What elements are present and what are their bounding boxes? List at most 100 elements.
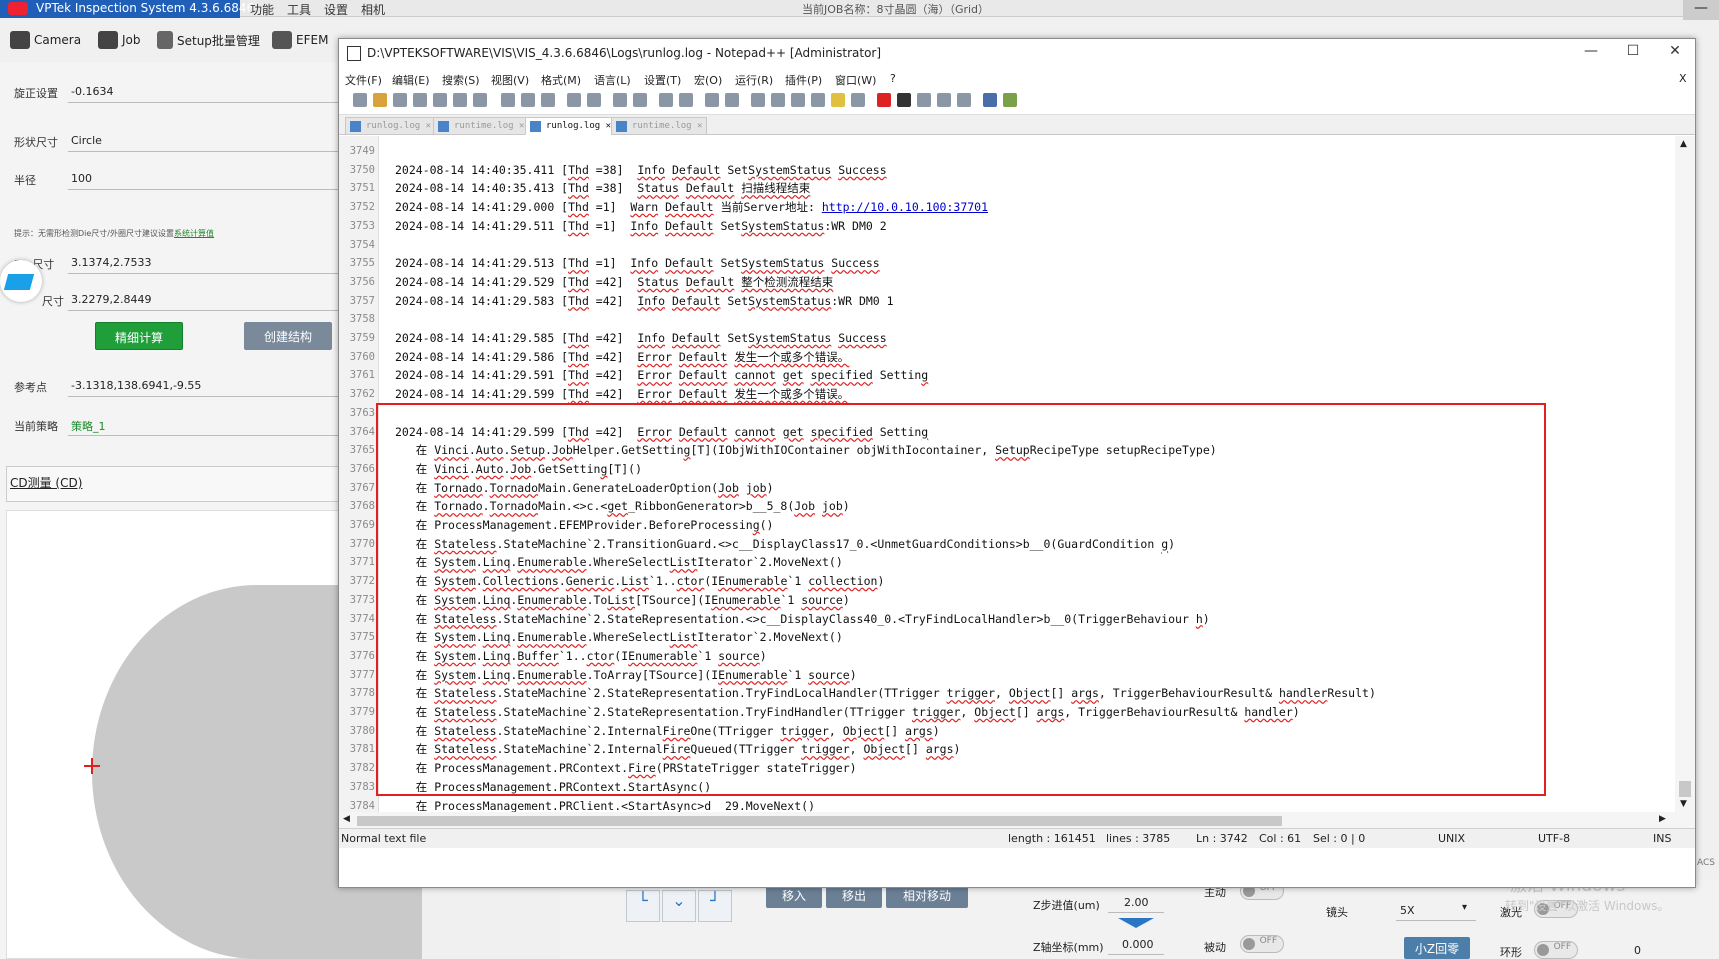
camera-button[interactable]: Camera — [10, 28, 81, 52]
menu-tools[interactable]: 工具 — [287, 1, 311, 18]
close-all-icon[interactable] — [453, 93, 467, 107]
save-icon[interactable] — [393, 93, 407, 107]
menu-help[interactable]: ? — [890, 72, 896, 85]
undo-icon[interactable] — [567, 93, 581, 107]
arrow-right-button[interactable]: ┘ — [698, 890, 732, 922]
rotation-field[interactable]: -0.1634 — [71, 85, 113, 98]
ref-point-field[interactable]: -3.1318,138.6941,-9.55 — [71, 379, 201, 392]
indent-guide-icon[interactable] — [791, 93, 805, 107]
menu-window[interactable]: 窗口(W) — [835, 72, 876, 88]
menu-run[interactable]: 运行(R) — [735, 72, 773, 88]
open-file-icon[interactable] — [373, 93, 387, 107]
code-line: 在 Stateless.StateMachine`2.StateRepresen… — [395, 705, 1300, 719]
menu-plugins[interactable]: 插件(P) — [785, 72, 822, 88]
status-length: length : 161451 — [1008, 832, 1096, 845]
line-number: 3758 — [349, 313, 375, 326]
divider — [68, 310, 338, 311]
floating-assistant-button[interactable] — [0, 260, 42, 302]
new-file-icon[interactable] — [353, 93, 367, 107]
arrow-left-button[interactable]: └ — [626, 890, 660, 922]
menu-camera[interactable]: 相机 — [361, 1, 385, 18]
cd-measure-tab[interactable]: CD测量 (CD) — [10, 474, 82, 491]
job-button[interactable]: Job — [98, 28, 141, 52]
arrow-down-button[interactable]: ⌄ — [662, 890, 696, 922]
cut-icon[interactable] — [501, 93, 515, 107]
efem-button[interactable]: EFEM — [272, 28, 328, 52]
tab-runlog-active[interactable]: runlog.log ✕ — [525, 117, 617, 135]
close-doc-button[interactable]: X — [1679, 72, 1687, 85]
menu-function[interactable]: 功能 — [250, 1, 274, 18]
zoom-in-icon[interactable] — [659, 93, 673, 107]
word-wrap-icon[interactable] — [751, 93, 765, 107]
menu-macro[interactable]: 宏(O) — [694, 72, 722, 88]
record-macro-icon[interactable] — [877, 93, 891, 107]
notepad-title: D:\VPTEKSOFTWARE\VIS\VIS_4.3.6.6846\Logs… — [367, 46, 882, 60]
divider — [68, 396, 338, 397]
menu-format[interactable]: 格式(M) — [541, 72, 581, 88]
play-macro-icon[interactable] — [917, 93, 931, 107]
scroll-down-icon[interactable]: ▼ — [1680, 799, 1687, 809]
menu-search[interactable]: 搜索(S) — [442, 72, 480, 88]
outer-size-field[interactable]: 3.2279,2.8449 — [71, 293, 151, 306]
passive-toggle[interactable]: OFF — [1240, 935, 1284, 953]
close-file-icon[interactable] — [433, 93, 447, 107]
menu-file[interactable]: 文件(F) — [345, 72, 382, 88]
save-macro-icon[interactable] — [957, 93, 971, 107]
tab-runtime-2[interactable]: runtime.log ✕ — [611, 117, 708, 135]
save-all-icon[interactable] — [413, 93, 427, 107]
text-editor[interactable]: 3749 3750 3751 3752 3753 3754 3755 3756 3757 3758… — [339, 136, 1695, 840]
close-button[interactable]: ✕ — [1655, 43, 1695, 65]
ring-toggle[interactable]: OFF — [1534, 941, 1578, 959]
minimize-button[interactable]: — — [1571, 43, 1611, 65]
die-size-field[interactable]: 3.1374,2.7533 — [71, 256, 151, 269]
stop-macro-icon[interactable] — [897, 93, 911, 107]
z-down-arrow-icon[interactable] — [1118, 918, 1154, 928]
function-list-icon[interactable] — [831, 93, 845, 107]
scroll-right-icon[interactable]: ▶ — [1659, 814, 1666, 824]
paste-icon[interactable] — [541, 93, 555, 107]
menu-settings[interactable]: 设置(T) — [644, 72, 681, 88]
folder-workspace-icon[interactable] — [851, 93, 865, 107]
vertical-scrollbar[interactable] — [1675, 136, 1695, 816]
z-coord-field[interactable]: 0.000 — [1122, 938, 1154, 951]
strategy-field[interactable]: 策略_1 — [71, 418, 106, 434]
tab-runlog-1[interactable]: runlog.log ✕ — [345, 117, 437, 135]
sync-h-icon[interactable] — [725, 93, 739, 107]
shape-field[interactable]: Circle — [71, 134, 102, 147]
copy-icon[interactable] — [521, 93, 535, 107]
run-macro-multiple-icon[interactable] — [937, 93, 951, 107]
replace-icon[interactable] — [633, 93, 647, 107]
line-number: 3768 — [349, 500, 375, 513]
scroll-up-icon[interactable]: ▲ — [1680, 139, 1687, 149]
find-icon[interactable] — [613, 93, 627, 107]
doc-map-icon[interactable] — [811, 93, 825, 107]
menu-view[interactable]: 视图(V) — [491, 72, 529, 88]
scroll-left-icon[interactable]: ◀ — [343, 814, 350, 824]
tab-runtime-1[interactable]: runtime.log ✕ — [433, 117, 530, 135]
vertical-scroll-thumb[interactable] — [1679, 781, 1691, 797]
spell-check-icon[interactable] — [983, 93, 997, 107]
create-structure-button[interactable]: 创建结构 — [244, 322, 332, 350]
hint-link[interactable]: 系统计算值 — [174, 229, 214, 238]
menu-edit[interactable]: 编辑(E) — [392, 72, 430, 88]
sync-v-icon[interactable] — [705, 93, 719, 107]
lens-select[interactable]: 5X — [1400, 904, 1415, 917]
fine-calc-button[interactable]: 精细计算 — [95, 322, 183, 350]
setup-batch-button[interactable]: Setup批量管理 — [157, 28, 260, 52]
menu-language[interactable]: 语言(L) — [594, 72, 631, 88]
z-step-field[interactable]: 2.00 — [1124, 896, 1149, 909]
redo-icon[interactable] — [587, 93, 601, 107]
code-line: 在 Stateless.StateMachine`2.StateRepresen… — [395, 611, 1210, 626]
horizontal-scroll-thumb[interactable] — [357, 816, 1282, 826]
shape-label: 形状尺寸 — [14, 136, 58, 149]
print-icon[interactable] — [473, 93, 487, 107]
spell-settings-icon[interactable] — [1003, 93, 1017, 107]
maximize-button[interactable]: ☐ — [1613, 43, 1653, 65]
app-minimize-button[interactable]: — — [1683, 0, 1719, 20]
zoom-out-icon[interactable] — [679, 93, 693, 107]
radius-field[interactable]: 100 — [71, 172, 92, 185]
menu-settings[interactable]: 设置 — [324, 1, 348, 18]
status-encoding: UTF-8 — [1538, 832, 1571, 845]
show-all-chars-icon[interactable] — [771, 93, 785, 107]
small-z-home-button[interactable]: 小Z回零 — [1404, 937, 1470, 959]
